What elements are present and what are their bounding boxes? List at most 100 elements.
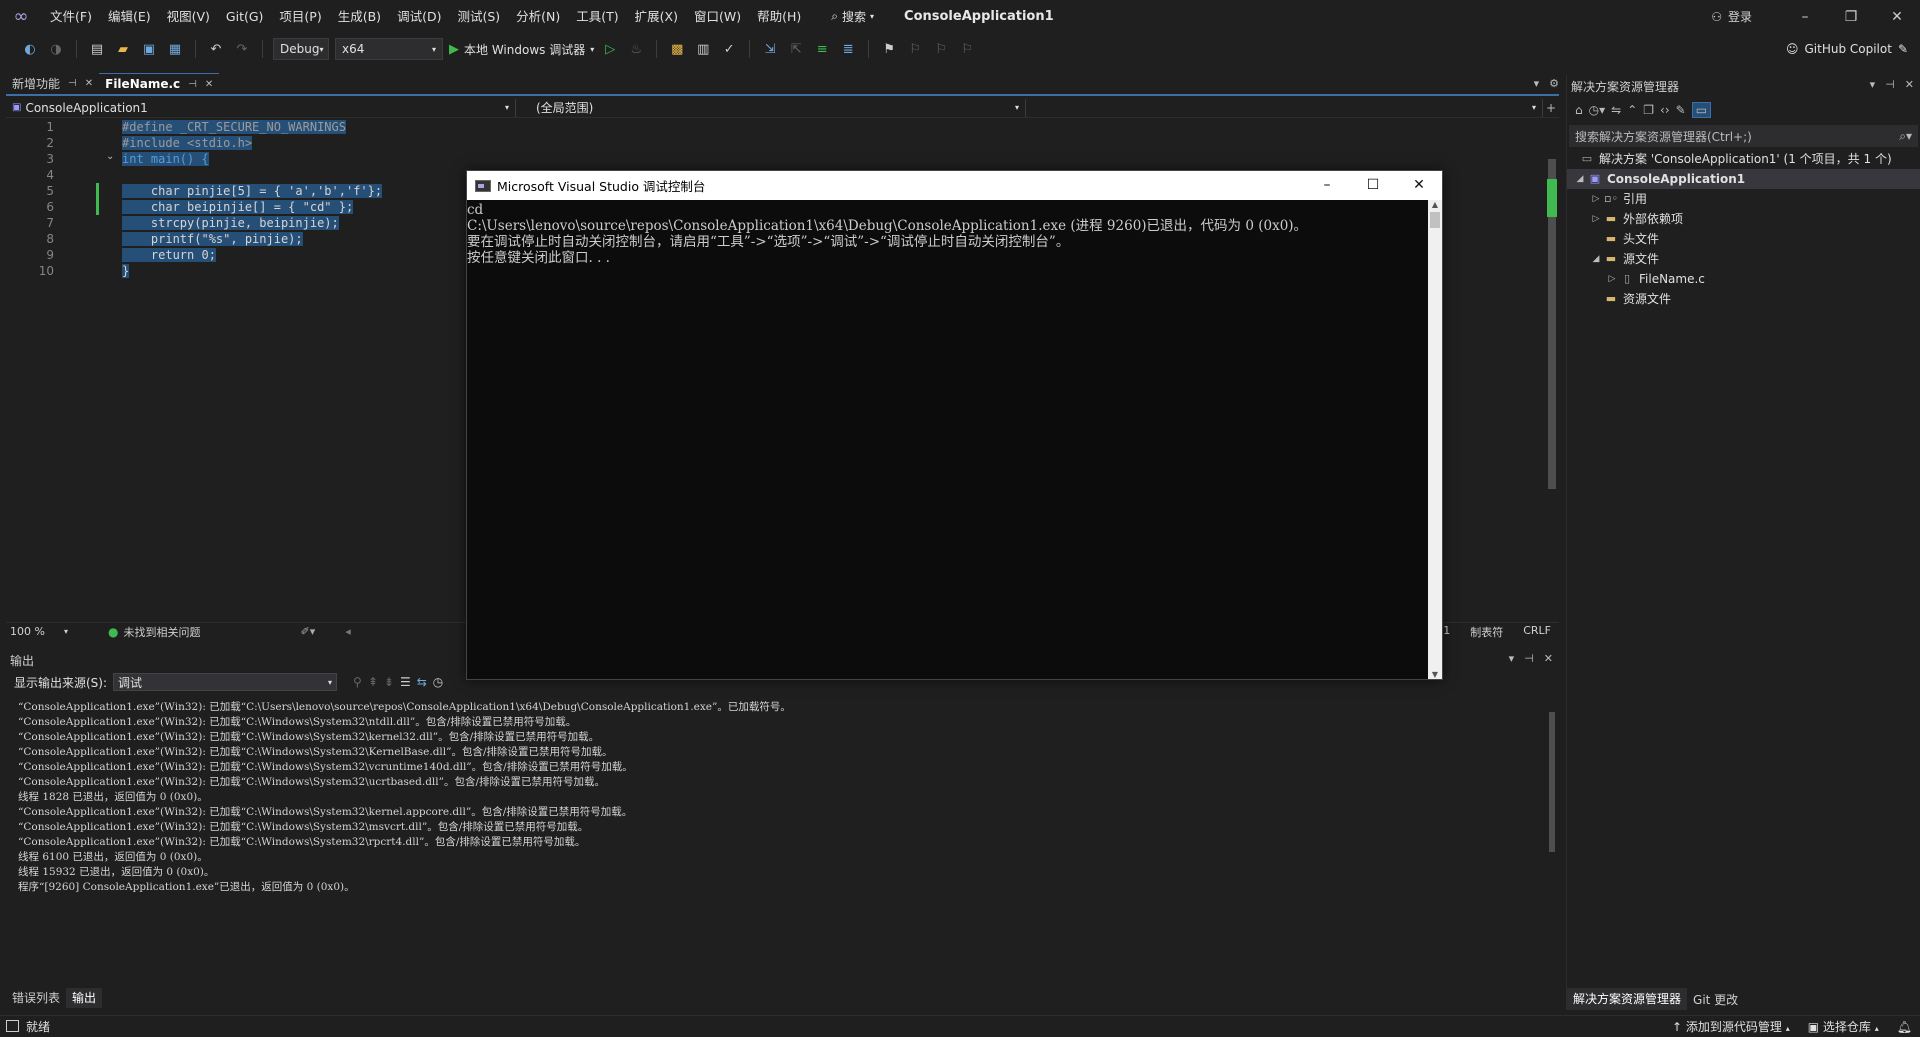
issues-indicator[interactable]: ● 未找到相关问题: [108, 624, 200, 640]
menu-build[interactable]: 生成(B): [330, 0, 389, 33]
console-minimize-button[interactable]: –: [1304, 171, 1350, 200]
tree-item-resource-files[interactable]: ▬ 资源文件: [1567, 289, 1920, 309]
indent-icon[interactable]: ≡: [812, 39, 832, 59]
forward-icon[interactable]: ◑: [46, 39, 66, 59]
close-icon[interactable]: ✕: [85, 78, 93, 89]
expanded-arrow-icon[interactable]: ◢: [1573, 169, 1587, 189]
menu-debug[interactable]: 调试(D): [389, 0, 449, 33]
menu-extensions[interactable]: 扩展(X): [627, 0, 686, 33]
word-wrap-icon[interactable]: ⇆: [417, 675, 427, 689]
tab-output[interactable]: 输出: [66, 988, 103, 1008]
next-message-icon[interactable]: ⇟: [384, 675, 394, 689]
timestamp-icon[interactable]: ◷: [433, 675, 443, 689]
tree-item-source-files[interactable]: ◢ ▬ 源文件: [1567, 249, 1920, 269]
sync-icon[interactable]: ⇋: [1611, 103, 1621, 117]
layout-icon[interactable]: ▥: [693, 39, 713, 59]
pin-icon[interactable]: ⊣: [68, 78, 77, 89]
hot-reload-icon[interactable]: ♨: [626, 39, 646, 59]
code-view-icon[interactable]: ‹›: [1660, 103, 1670, 117]
scroll-down-icon[interactable]: ▼: [1428, 670, 1442, 679]
expanded-arrow-icon[interactable]: ◢: [1589, 249, 1603, 269]
zoom-chevron-icon[interactable]: ▾: [64, 627, 68, 636]
prev-bookmark-icon[interactable]: ⚐: [905, 39, 925, 59]
switch-views-icon[interactable]: ⌂: [1575, 103, 1583, 117]
pin-icon[interactable]: ⊣: [1885, 78, 1895, 91]
undo-icon[interactable]: ↶: [206, 39, 226, 59]
login-button[interactable]: ⚇ 登录: [1711, 8, 1752, 25]
output-scrollbar[interactable]: [1545, 700, 1559, 970]
console-close-button[interactable]: ✕: [1396, 171, 1442, 200]
solution-search-input[interactable]: 搜索解决方案资源管理器(Ctrl+;) ⌕▾: [1569, 125, 1918, 147]
console-titlebar[interactable]: Microsoft Visual Studio 调试控制台: [467, 171, 1442, 200]
menu-window[interactable]: 窗口(W): [686, 0, 749, 33]
tab-filename-c[interactable]: FileName.c ⊣ ✕: [99, 73, 220, 94]
show-all-files-icon[interactable]: ❐: [1643, 103, 1654, 117]
scroll-left-icon[interactable]: ◂: [345, 625, 351, 638]
select-repo-button[interactable]: ▣ 选择仓库 ▴: [1808, 1018, 1879, 1035]
find-message-icon[interactable]: ⚲: [353, 675, 362, 689]
console-scrollbar[interactable]: ▲ ▼: [1428, 200, 1442, 679]
console-maximize-button[interactable]: ☐: [1350, 171, 1396, 200]
member-dropdown[interactable]: ▾: [1026, 98, 1543, 117]
debug-console-window[interactable]: Microsoft Visual Studio 调试控制台 – ☐ ✕ cd C…: [466, 170, 1443, 680]
indent-indicator[interactable]: 制表符: [1470, 624, 1503, 640]
eol-indicator[interactable]: CRLF: [1523, 624, 1551, 640]
notifications-icon[interactable]: 🔔︎: [1897, 1020, 1912, 1034]
close-icon[interactable]: ✕: [1544, 652, 1553, 665]
scrollbar-thumb[interactable]: [1549, 712, 1555, 852]
start-debugging-button[interactable]: ▶ 本地 Windows 调试器 ▾: [449, 41, 594, 58]
collapsed-arrow-icon[interactable]: ▷: [1589, 189, 1603, 209]
properties-icon[interactable]: ✎: [1676, 103, 1686, 117]
brush-icon[interactable]: ✐▾: [301, 625, 316, 638]
dropdown-icon[interactable]: ▾: [1870, 78, 1876, 91]
menu-edit[interactable]: 编辑(E): [100, 0, 159, 33]
feedback-icon[interactable]: ✎: [1898, 42, 1908, 56]
platform-select[interactable]: x64 ▾: [335, 38, 443, 60]
zoom-level[interactable]: 100 %: [6, 625, 64, 638]
menu-test[interactable]: 测试(S): [449, 0, 508, 33]
tab-solution-explorer[interactable]: 解决方案资源管理器: [1567, 988, 1688, 1010]
scroll-up-icon[interactable]: ▲: [1428, 200, 1442, 209]
tab-git-changes[interactable]: Git 更改: [1687, 991, 1744, 1008]
dropdown-icon[interactable]: ▾: [1509, 652, 1515, 665]
split-editor-icon[interactable]: +: [1543, 101, 1559, 115]
github-copilot-button[interactable]: ☺ GitHub Copilot ✎: [1786, 33, 1908, 65]
restore-button[interactable]: ❐: [1828, 9, 1874, 25]
tree-item-project[interactable]: ◢ ▣ ConsoleApplication1: [1567, 169, 1920, 189]
search-button[interactable]: ⌕ 搜索 ▾: [821, 8, 884, 25]
gear-icon[interactable]: ⚙: [1549, 77, 1559, 90]
add-to-source-control-button[interactable]: ↑ 添加到源代码管理 ▴: [1672, 1018, 1790, 1035]
minimize-button[interactable]: –: [1782, 9, 1828, 25]
collapsed-arrow-icon[interactable]: ▷: [1605, 269, 1619, 289]
browse-icon[interactable]: ▩: [667, 39, 687, 59]
tree-item-filename-c[interactable]: ▷ ▯ FileName.c: [1567, 269, 1920, 289]
menu-project[interactable]: 项目(P): [271, 0, 329, 33]
tab-error-list[interactable]: 错误列表: [6, 988, 66, 1008]
line-indicator[interactable]: 1: [1443, 624, 1450, 640]
redo-icon[interactable]: ↷: [232, 39, 252, 59]
output-window-icon[interactable]: [6, 1020, 19, 1032]
menu-view[interactable]: 视图(V): [159, 0, 218, 33]
fold-chevron-icon[interactable]: ⌄: [106, 151, 114, 162]
menu-analyze[interactable]: 分析(N): [508, 0, 568, 33]
output-source-select[interactable]: 调试 ▾: [113, 673, 338, 691]
pin-icon[interactable]: ⊣: [188, 79, 197, 90]
close-icon[interactable]: ✕: [1905, 78, 1914, 91]
close-button[interactable]: ✕: [1874, 9, 1920, 25]
editor-scrollbar[interactable]: [1545, 119, 1559, 622]
step-out-icon[interactable]: ⇱: [786, 39, 806, 59]
save-icon[interactable]: ▣: [139, 39, 159, 59]
outdent-icon[interactable]: ≣: [838, 39, 858, 59]
pin-icon[interactable]: ⊣: [1524, 652, 1534, 665]
menu-help[interactable]: 帮助(H): [749, 0, 809, 33]
configuration-select[interactable]: Debug ▾: [273, 38, 329, 60]
new-project-icon[interactable]: ▤: [87, 39, 107, 59]
collapse-all-icon[interactable]: ⌃: [1627, 103, 1637, 117]
tree-item-header-files[interactable]: ▬ 头文件: [1567, 229, 1920, 249]
history-icon[interactable]: ◷▾: [1589, 103, 1606, 117]
bookmark-icon[interactable]: ⚑: [879, 39, 899, 59]
tree-item-external-deps[interactable]: ▷ ▬ 外部依赖项: [1567, 209, 1920, 229]
save-all-icon[interactable]: ▦: [165, 39, 185, 59]
project-dropdown[interactable]: ▣ ConsoleApplication1 ▾: [6, 98, 516, 117]
scope-dropdown[interactable]: (全局范围) ▾: [516, 98, 1026, 117]
